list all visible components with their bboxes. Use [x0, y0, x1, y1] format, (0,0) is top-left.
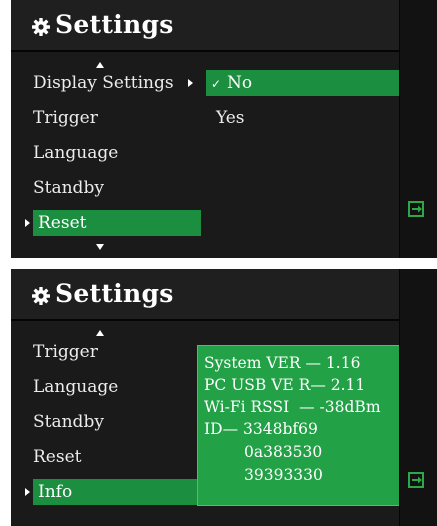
system-ver-value: 1.16 — [325, 354, 361, 372]
info-panel: System VER — 1.16 PC USB VE R— 2.11 Wi-F… — [197, 345, 404, 506]
chevron-up-icon[interactable] — [95, 61, 105, 69]
header: Settings — [11, 0, 400, 52]
page-title: Settings — [55, 279, 174, 308]
pc-usb-ver-label: PC USB VE R — [204, 376, 311, 394]
option-label: No — [227, 73, 253, 93]
side-bar — [399, 0, 437, 258]
wifi-rssi-value: -38dBm — [319, 398, 381, 416]
separator: — — [305, 354, 321, 372]
id-line-1: 3348bf69 — [243, 420, 318, 438]
menu-item-language[interactable]: Language — [33, 374, 118, 400]
pc-usb-ver-row: PC USB VE R— 2.11 — [204, 375, 365, 395]
settings-screen-info: Settings Trigger Language Standby Reset … — [11, 269, 437, 526]
separator: — — [310, 376, 326, 394]
gear-icon — [32, 287, 50, 305]
menu-item-trigger[interactable]: Trigger — [33, 339, 98, 365]
menu-item-reset[interactable]: Reset — [33, 210, 201, 236]
pc-usb-ver-value: 2.11 — [330, 376, 366, 394]
menu-item-language[interactable]: Language — [33, 140, 118, 166]
pointer-right-icon — [188, 79, 193, 87]
page-title: Settings — [55, 10, 174, 39]
menu-item-reset[interactable]: Reset — [33, 444, 81, 470]
id-line-2: 0a383530 — [244, 443, 323, 461]
exit-icon[interactable] — [407, 471, 425, 489]
menu-item-standby[interactable]: Standby — [33, 409, 104, 435]
exit-icon[interactable] — [407, 200, 425, 218]
separator: — — [299, 398, 315, 416]
system-ver-label: System VER — [204, 354, 301, 372]
header: Settings — [11, 269, 400, 321]
side-bar — [399, 269, 437, 526]
separator: — — [222, 420, 239, 438]
check-icon: ✓ — [211, 77, 222, 91]
menu-item-display-settings[interactable]: Display Settings — [33, 70, 174, 96]
chevron-down-icon[interactable] — [95, 243, 105, 251]
id-line-3: 39393330 — [244, 466, 323, 484]
option-no[interactable]: ✓ No — [206, 70, 405, 96]
menu-item-standby[interactable]: Standby — [33, 175, 104, 201]
menu-item-info[interactable]: Info — [33, 479, 201, 505]
menu-item-trigger[interactable]: Trigger — [33, 105, 98, 131]
settings-screen-display: Settings Display Settings Trigger Langua… — [11, 0, 437, 258]
option-yes[interactable]: Yes — [206, 105, 245, 131]
pointer-right-icon — [25, 219, 30, 227]
pointer-right-icon — [25, 488, 30, 496]
wifi-rssi-row: Wi-Fi RSSI — -38dBm — [204, 397, 381, 417]
gear-icon — [32, 18, 50, 36]
system-ver-row: System VER — 1.16 — [204, 353, 360, 373]
id-row: ID— 3348bf69 — [204, 419, 318, 439]
wifi-rssi-label: Wi-Fi RSSI — [204, 398, 290, 416]
chevron-up-icon[interactable] — [95, 329, 105, 337]
id-label: ID — [204, 420, 223, 438]
